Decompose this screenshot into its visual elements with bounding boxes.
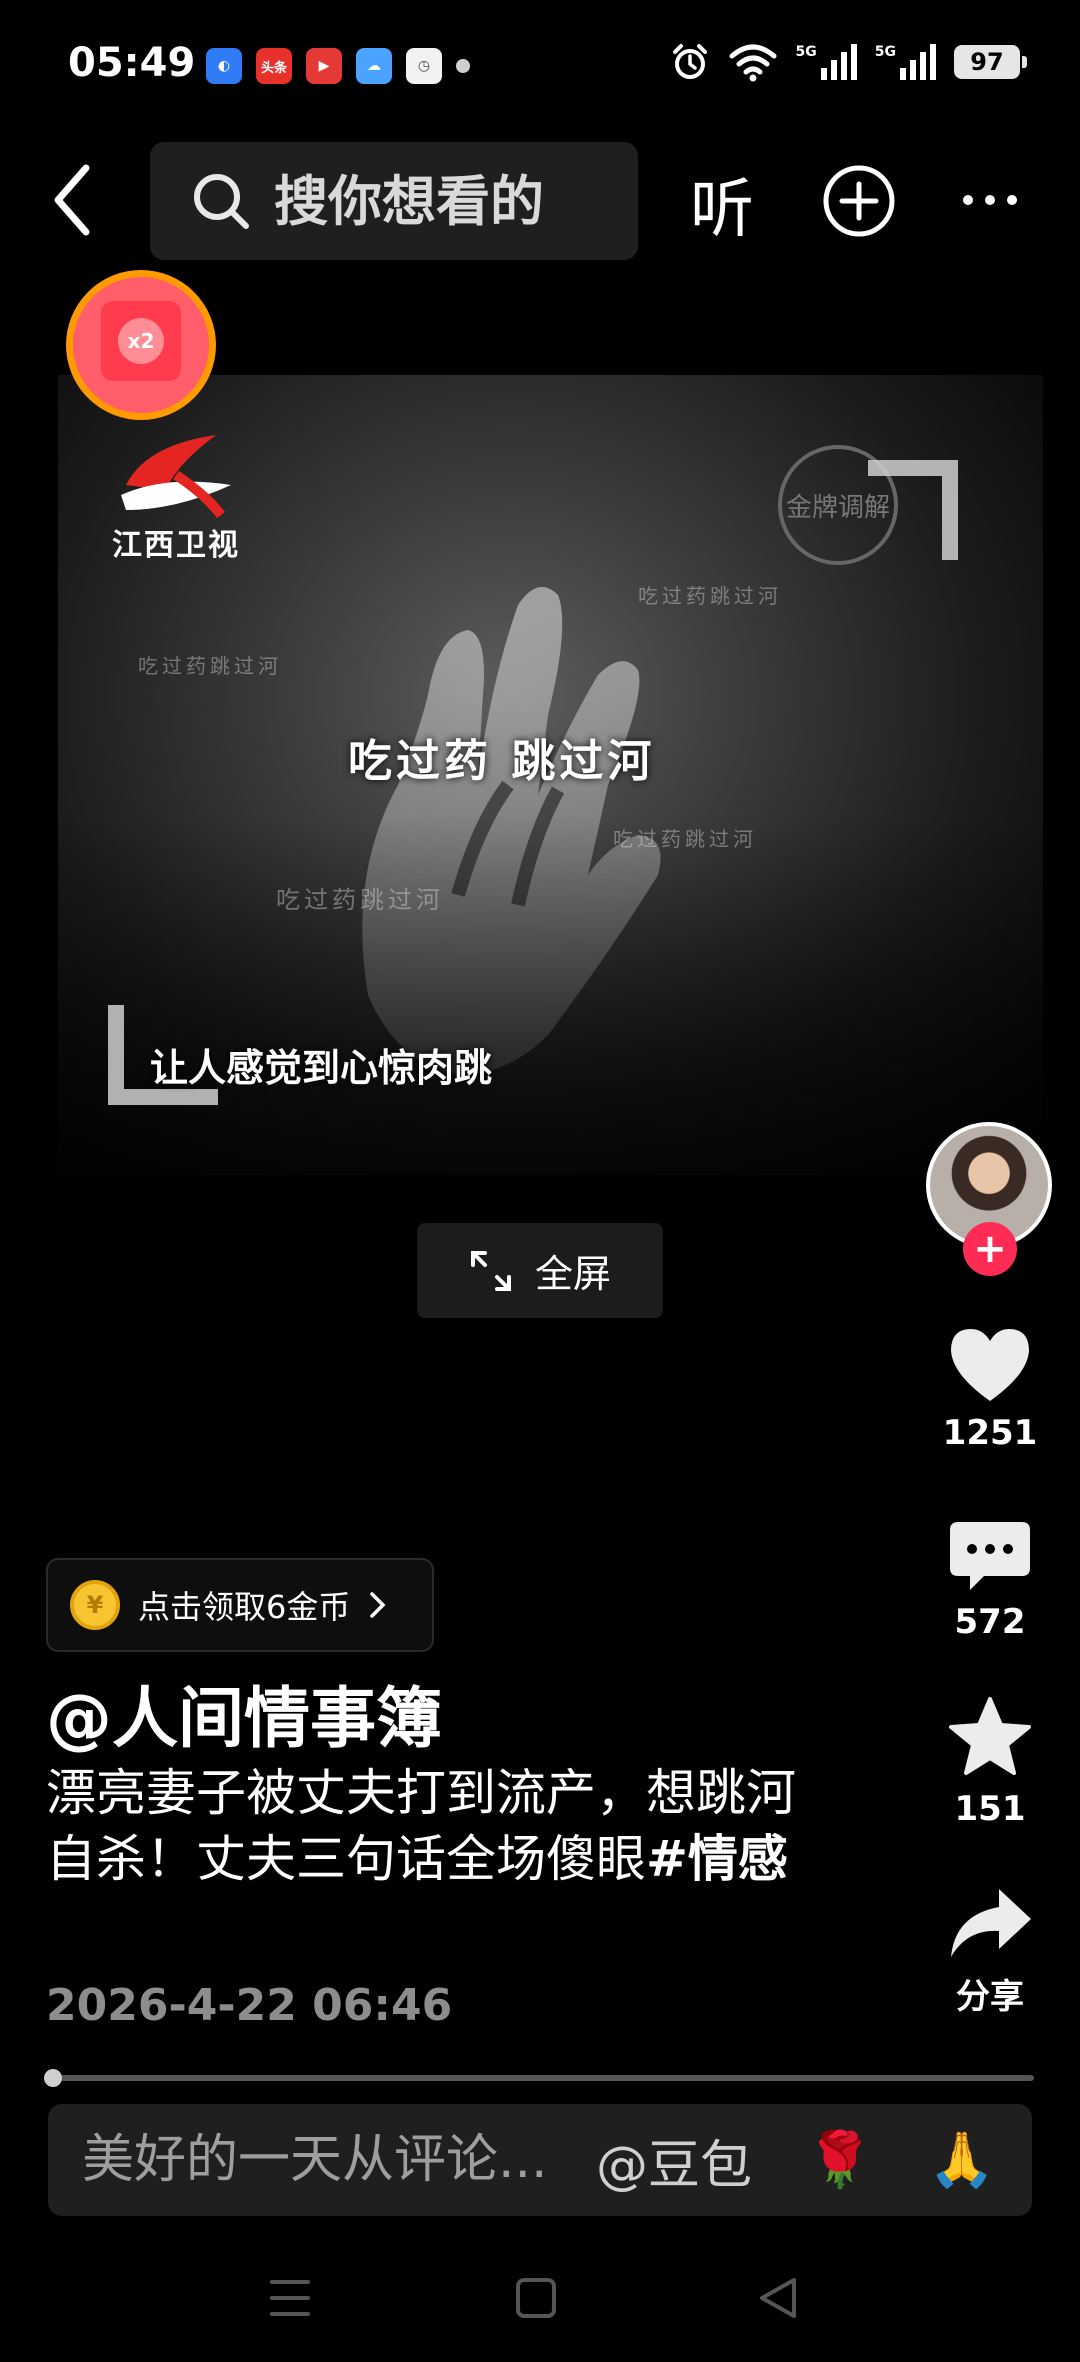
follow-button[interactable]: + xyxy=(963,1222,1017,1276)
status-indicators: 5G 5G 97 xyxy=(670,42,1027,82)
favorite-count: 151 xyxy=(954,1789,1026,1829)
back-button[interactable] xyxy=(48,160,98,240)
publish-time: 2026-4-22 06:46 xyxy=(46,1980,453,2031)
author-name[interactable]: @人间情事簿 xyxy=(46,1665,442,1761)
weather-app-icon: ☁ xyxy=(356,48,392,84)
hashtag-link[interactable]: #情感 xyxy=(646,1830,788,1888)
browser-app-icon: ◐ xyxy=(206,48,242,84)
cellular-signal-1-icon: 5G xyxy=(796,44,857,80)
like-count: 1251 xyxy=(942,1413,1038,1453)
star-icon xyxy=(949,1697,1031,1775)
menu-icon[interactable] xyxy=(270,2280,310,2316)
frame-corner-top-right xyxy=(868,460,958,560)
share-button[interactable]: 分享 xyxy=(930,1885,1050,2018)
more-options-button[interactable] xyxy=(960,180,1020,220)
more-notifications-dot xyxy=(456,59,470,73)
video-ghost-text: 吃过药跳过河 xyxy=(638,584,782,608)
back-nav-icon[interactable] xyxy=(760,2278,796,2318)
author-avatar[interactable]: + xyxy=(926,1122,1052,1276)
channel-name: 江西卫视 xyxy=(112,528,240,563)
coin-reward-button[interactable]: ¥ 点击领取6金币 xyxy=(46,1558,434,1652)
share-label: 分享 xyxy=(956,1977,1024,2017)
search-icon xyxy=(194,174,249,229)
battery-indicator: 97 xyxy=(954,45,1027,79)
red-packet-icon: x2 xyxy=(101,301,181,381)
video-app-icon: ▶ xyxy=(306,48,342,84)
fullscreen-label: 全屏 xyxy=(534,1252,611,1296)
system-navigation-bar xyxy=(270,2278,796,2318)
video-caption: 漂亮妻子被丈夫打到流产，想跳河自杀！丈夫三句话全场傻眼#情感 xyxy=(46,1760,826,1892)
video-ghost-text: 吃过药跳过河 xyxy=(613,827,757,851)
video-subtitle-main: 吃过药 跳过河 xyxy=(348,736,656,787)
mention-button[interactable]: @豆包 xyxy=(596,2123,752,2198)
comment-bar[interactable]: @豆包 🌹 🙏 xyxy=(48,2104,1032,2216)
pray-emoji-button[interactable]: 🙏 xyxy=(928,2128,995,2192)
heart-icon xyxy=(951,1329,1029,1401)
expand-icon xyxy=(470,1250,511,1291)
video-subtitle-bottom: 让人感觉到心惊肉跳 xyxy=(150,1046,493,1090)
comment-input[interactable] xyxy=(82,2130,592,2190)
search-input[interactable] xyxy=(274,169,634,233)
video-ghost-text: 吃过药跳过河 xyxy=(138,654,282,678)
cellular-signal-2-icon: 5G xyxy=(875,44,936,80)
add-button[interactable] xyxy=(822,164,896,238)
listen-button[interactable]: 听 xyxy=(690,158,754,250)
red-packet-reward[interactable]: x2 xyxy=(66,270,216,420)
coin-reward-label: 点击领取6金币 xyxy=(138,1588,351,1626)
reward-multiplier: x2 xyxy=(118,318,164,364)
notification-icons: ◐ 头条 ▶ ☁ ◷ xyxy=(206,48,470,84)
calendar-app-icon: ◷ xyxy=(406,48,442,84)
progress-handle[interactable] xyxy=(44,2069,62,2087)
video-player[interactable]: 江西卫视 金牌调解 吃过药跳过河 吃过药跳过河 吃过药跳过河 吃过药跳过河 吃过… xyxy=(58,375,1043,1175)
share-arrow-icon xyxy=(951,1889,1031,1957)
gold-coin-icon: ¥ xyxy=(70,1580,120,1630)
alarm-icon xyxy=(672,44,707,79)
search-bar[interactable] xyxy=(150,142,638,260)
toutiao-app-icon: 头条 xyxy=(256,48,292,84)
favorite-button[interactable]: 151 xyxy=(930,1695,1050,1829)
status-bar: 05:49 ◐ 头条 ▶ ☁ ◷ 5G 5G 97 xyxy=(0,0,1080,130)
like-button[interactable]: 1251 xyxy=(930,1325,1050,1453)
comment-count: 572 xyxy=(954,1602,1026,1642)
home-icon[interactable] xyxy=(516,2278,556,2318)
rose-emoji-button[interactable]: 🌹 xyxy=(806,2128,873,2192)
wifi-icon xyxy=(729,44,777,82)
comment-button[interactable]: 572 xyxy=(930,1518,1050,1642)
comment-icon xyxy=(950,1522,1030,1590)
video-ghost-text: 吃过药跳过河 xyxy=(276,886,444,914)
video-progress-bar[interactable] xyxy=(44,2069,1034,2087)
chevron-right-icon xyxy=(370,1592,386,1618)
fullscreen-button[interactable]: 全屏 xyxy=(417,1223,663,1318)
status-time: 05:49 xyxy=(68,40,196,86)
